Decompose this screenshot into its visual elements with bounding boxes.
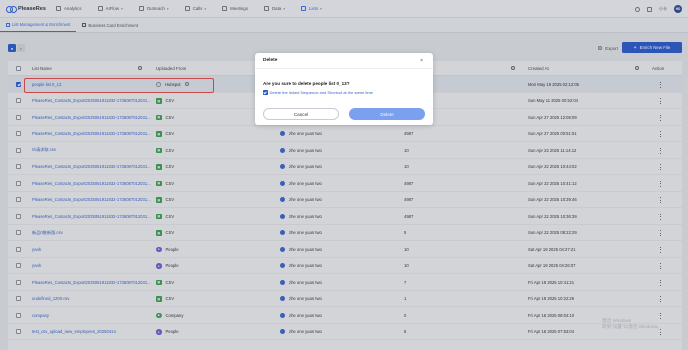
dialog-title: Delete [263, 58, 278, 63]
delete-dialog: Delete × Are you sure to delete people l… [255, 53, 433, 125]
close-icon[interactable]: × [420, 58, 423, 64]
delete-button[interactable]: Delete [349, 108, 425, 120]
dialog-message: Are you sure to delete people list 0_13? [263, 81, 350, 86]
windows-activation-watermark: 激活 Windows 转到"设置"以激活 Windows。 [602, 318, 662, 330]
dialog-header: Delete [255, 53, 433, 69]
checkbox-checked-icon[interactable] [263, 90, 268, 95]
watermark-line2: 转到"设置"以激活 Windows。 [602, 324, 662, 329]
delete-linked-checkbox[interactable]: Delete the linked Sequence and Shortcut … [263, 90, 373, 95]
cancel-button[interactable]: Cancel [263, 108, 339, 120]
checkbox-label: Delete the linked Sequence and Shortcut … [269, 90, 373, 95]
